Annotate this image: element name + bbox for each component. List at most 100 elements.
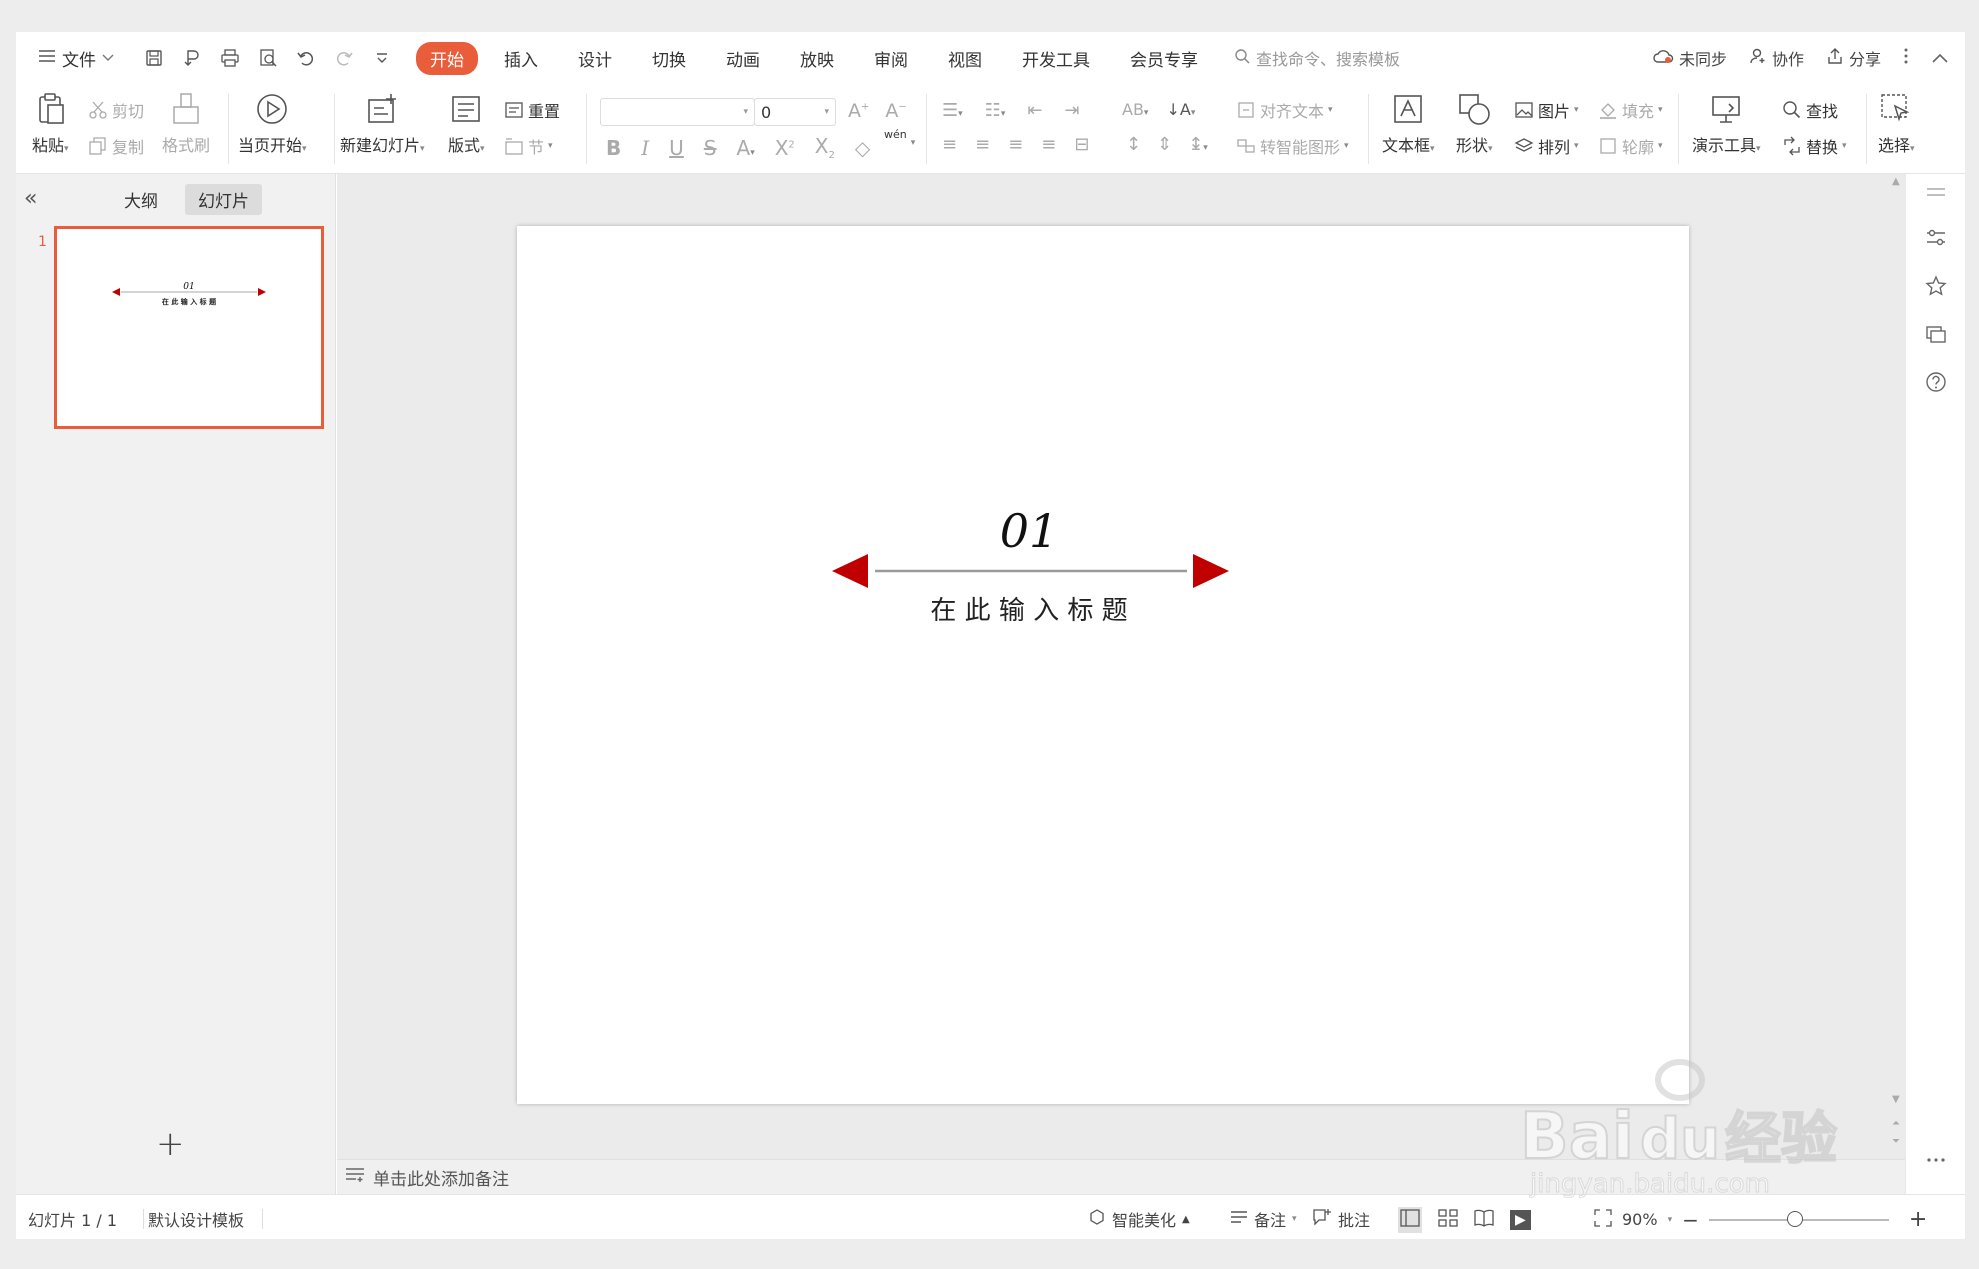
- subscript-icon[interactable]: X2: [815, 134, 835, 161]
- tab-slideshow[interactable]: 放映: [786, 42, 848, 75]
- share-button[interactable]: 分享: [1826, 46, 1881, 70]
- strikethrough-icon[interactable]: S: [704, 136, 717, 160]
- cut-button[interactable]: 剪切: [88, 98, 144, 122]
- paste-button[interactable]: 粘贴▾: [32, 92, 69, 156]
- vertical-scrollbar[interactable]: ▲ ▼ ⏶ ⏷: [1889, 174, 1905, 1159]
- print-preview-icon[interactable]: [256, 46, 280, 70]
- file-menu[interactable]: 文件: [32, 41, 120, 75]
- decrease-font-icon[interactable]: A−: [885, 100, 906, 122]
- increase-indent-icon[interactable]: ⇥: [1064, 100, 1079, 121]
- tab-animations[interactable]: 动画: [712, 42, 774, 75]
- increase-font-icon[interactable]: A+: [848, 100, 869, 122]
- notes-toggle-button[interactable]: 备注 ▾: [1230, 1207, 1297, 1231]
- reading-view-icon[interactable]: [1474, 1209, 1494, 1231]
- arrange-button[interactable]: 排列 ▾: [1514, 134, 1579, 158]
- underline-icon[interactable]: U: [669, 136, 684, 160]
- export-pdf-icon[interactable]: [180, 46, 204, 70]
- section-button[interactable]: 节 ▾: [504, 134, 553, 158]
- present-tools-button[interactable]: 演示工具▾: [1692, 92, 1761, 156]
- align-left-icon[interactable]: ≡: [942, 134, 957, 155]
- tab-design[interactable]: 设计: [564, 42, 626, 75]
- tab-member[interactable]: 会员专享: [1116, 42, 1212, 75]
- italic-icon[interactable]: I: [641, 136, 649, 160]
- slide-sorter-icon[interactable]: [1438, 1209, 1458, 1231]
- tab-slides[interactable]: 幻灯片: [185, 184, 262, 215]
- normal-view-icon[interactable]: [1398, 1207, 1422, 1233]
- text-direction-icon[interactable]: ↓A▾: [1166, 100, 1195, 119]
- convert-smartart-button[interactable]: 转智能图形 ▾: [1236, 134, 1349, 158]
- zoom-slider[interactable]: [1708, 1210, 1889, 1227]
- distribute-icon[interactable]: ⊟: [1074, 134, 1089, 155]
- customize-toolbar-icon[interactable]: [370, 46, 394, 70]
- tab-view[interactable]: 视图: [934, 42, 996, 75]
- font-color-icon[interactable]: A▾: [737, 136, 755, 160]
- line-spacing-icon[interactable]: ↕: [1126, 134, 1141, 155]
- left-arrow-shape[interactable]: [832, 554, 868, 588]
- bold-icon[interactable]: B: [606, 136, 621, 160]
- slide-thumbnail[interactable]: 01 在 此 输 入 标 题: [54, 226, 324, 429]
- bullet-list-icon[interactable]: ☰▾: [942, 100, 963, 121]
- comment-button[interactable]: 批注: [1312, 1207, 1370, 1231]
- text-spacing-icon[interactable]: AB▾: [1122, 100, 1148, 119]
- copy-button[interactable]: 复制: [88, 134, 144, 158]
- replace-button[interactable]: 替换 ▾: [1782, 134, 1847, 158]
- more-vertical-icon[interactable]: [1903, 47, 1909, 69]
- fill-button[interactable]: 填充 ▾: [1598, 98, 1663, 122]
- sidebar-menu-icon[interactable]: [1924, 182, 1948, 206]
- transition-icon[interactable]: [1924, 322, 1948, 346]
- line-spacing-menu-icon[interactable]: ↨▾: [1188, 134, 1208, 155]
- property-settings-icon[interactable]: [1924, 226, 1948, 250]
- format-painter-button[interactable]: 格式刷: [162, 92, 210, 156]
- picture-button[interactable]: 图片 ▾: [1514, 98, 1579, 122]
- tab-outline[interactable]: 大纲: [111, 184, 171, 215]
- tab-transitions[interactable]: 切换: [638, 42, 700, 75]
- slideshow-play-icon[interactable]: ▶: [1510, 1210, 1531, 1230]
- select-button[interactable]: 选择▾: [1878, 92, 1915, 156]
- template-name[interactable]: 默认设计模板: [148, 1207, 244, 1231]
- phonetic-guide-button[interactable]: wén ▾: [884, 128, 915, 149]
- command-search[interactable]: 查找命令、搜索模板: [1234, 46, 1400, 70]
- notes-pane[interactable]: 单击此处添加备注: [337, 1159, 1905, 1194]
- outline-button[interactable]: 轮廓 ▾: [1598, 134, 1663, 158]
- eraser-icon[interactable]: ◇: [855, 136, 870, 160]
- slide-canvas[interactable]: 01 在 此 输 入 标 题: [517, 226, 1689, 1104]
- scroll-up-icon[interactable]: ▲: [1892, 176, 1900, 187]
- collapse-panel-icon[interactable]: «: [24, 186, 37, 211]
- shape-button[interactable]: 形状▾: [1456, 92, 1493, 156]
- redo-icon[interactable]: [332, 46, 356, 70]
- add-slide-button[interactable]: +: [156, 1124, 185, 1164]
- right-arrow-shape[interactable]: [1193, 554, 1229, 588]
- reset-button[interactable]: 重置: [504, 98, 560, 122]
- smart-beautify-button[interactable]: 智能美化 ▲: [1088, 1207, 1190, 1231]
- sync-button[interactable]: 未同步: [1652, 46, 1727, 70]
- animation-star-icon[interactable]: [1924, 274, 1948, 298]
- align-text-button[interactable]: 对齐文本 ▾: [1236, 98, 1333, 122]
- zoom-out-button[interactable]: −: [1682, 1208, 1699, 1232]
- align-center-icon[interactable]: ≡: [975, 134, 990, 155]
- para-spacing-icon[interactable]: ⇕: [1157, 134, 1172, 155]
- justify-icon[interactable]: ≡: [1041, 134, 1056, 155]
- tab-insert[interactable]: 插入: [490, 42, 552, 75]
- superscript-icon[interactable]: X2: [775, 136, 795, 160]
- collapse-ribbon-icon[interactable]: [1931, 49, 1949, 68]
- collaborate-button[interactable]: 协作: [1749, 46, 1804, 70]
- tab-home[interactable]: 开始: [416, 41, 478, 75]
- decrease-indent-icon[interactable]: ⇤: [1027, 100, 1042, 121]
- font-size-combo[interactable]: 0 ▾: [754, 98, 836, 126]
- next-slide-icon[interactable]: ⏷: [1892, 1136, 1900, 1147]
- zoom-slider-handle[interactable]: [1786, 1210, 1803, 1227]
- zoom-level[interactable]: 90%: [1622, 1210, 1658, 1229]
- start-current-slide-button[interactable]: 当页开始▾: [238, 92, 307, 156]
- tab-review[interactable]: 审阅: [860, 42, 922, 75]
- find-button[interactable]: 查找: [1782, 98, 1838, 122]
- prev-slide-icon[interactable]: ⏶: [1892, 1118, 1900, 1129]
- font-name-combo[interactable]: ▾: [600, 98, 755, 126]
- scroll-down-icon[interactable]: ▼: [1892, 1094, 1900, 1105]
- fit-window-icon[interactable]: [1594, 1208, 1612, 1231]
- undo-icon[interactable]: [294, 46, 318, 70]
- layout-button[interactable]: 版式▾: [448, 92, 485, 156]
- align-right-icon[interactable]: ≡: [1008, 134, 1023, 155]
- help-icon[interactable]: [1924, 370, 1948, 394]
- more-horizontal-icon[interactable]: [1924, 1148, 1948, 1172]
- zoom-in-button[interactable]: +: [1909, 1207, 1927, 1232]
